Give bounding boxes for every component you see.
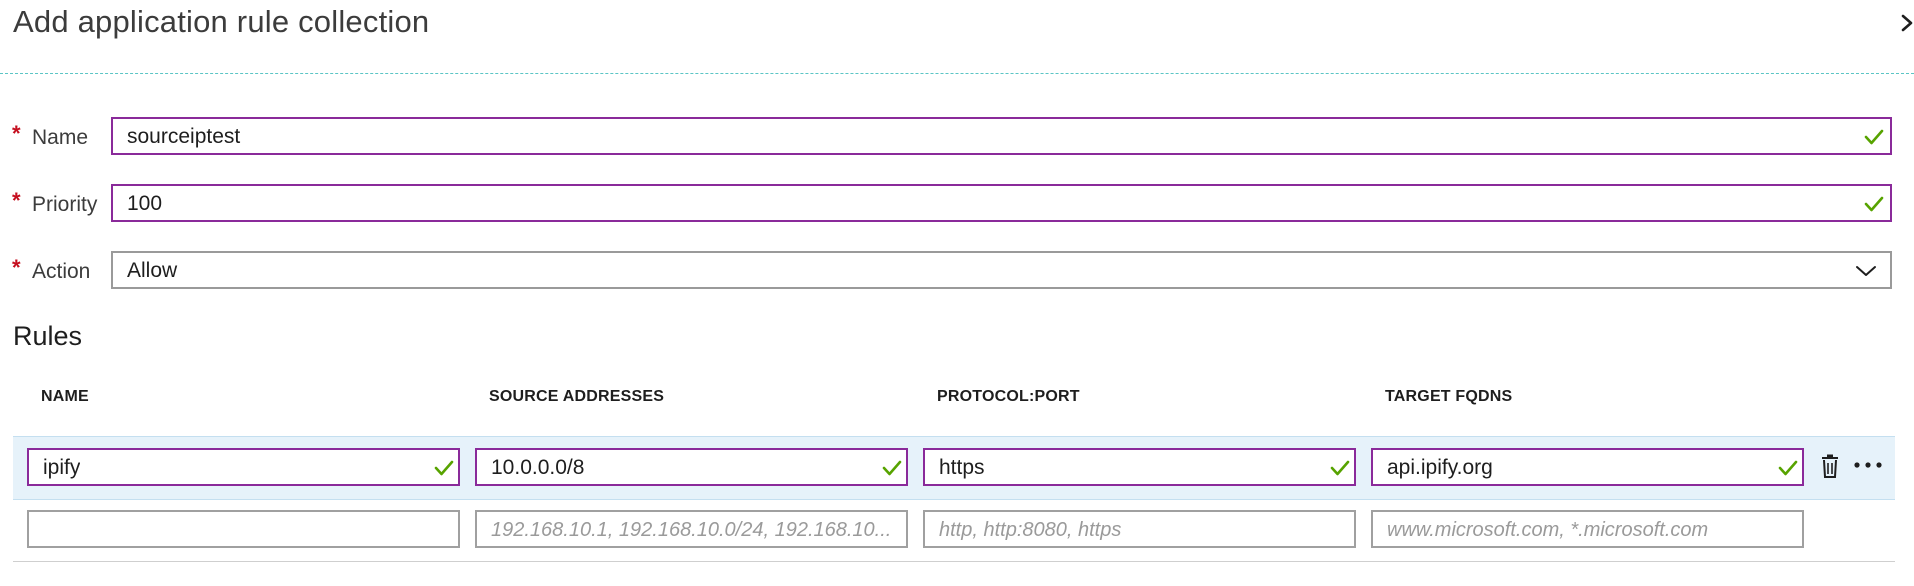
- priority-label: Priority: [32, 193, 98, 216]
- new-rule-source-addresses-placeholder: 192.168.10.1, 192.168.10.0/24, 192.168.1…: [491, 519, 892, 541]
- rule-protocol-port-input[interactable]: https: [923, 448, 1356, 486]
- rule-name-input[interactable]: ipify: [27, 448, 460, 486]
- title-divider: [0, 73, 1914, 74]
- check-icon: [1330, 459, 1350, 477]
- column-header-name: NAME: [41, 388, 89, 405]
- new-rule-protocol-port-placeholder: http, http:8080, https: [939, 519, 1122, 541]
- rule-target-fqdns-input[interactable]: api.ipify.org: [1371, 448, 1804, 486]
- new-rule-target-fqdns-placeholder: www.microsoft.com, *.microsoft.com: [1387, 519, 1709, 541]
- action-label: Action: [32, 260, 91, 283]
- rule-target-fqdns-value: api.ipify.org: [1387, 456, 1493, 479]
- priority-value: 100: [127, 192, 163, 215]
- check-icon: [1864, 128, 1884, 146]
- column-header-target-fqdns: TARGET FQDNS: [1385, 388, 1513, 405]
- new-rule-row: 192.168.10.1, 192.168.10.0/24, 192.168.1…: [13, 499, 1895, 562]
- check-icon: [882, 459, 902, 477]
- required-indicator: *: [12, 121, 21, 146]
- required-indicator: *: [12, 255, 21, 280]
- required-indicator: *: [12, 188, 21, 213]
- trash-icon[interactable]: [1820, 454, 1840, 478]
- blade-title: Add application rule collection: [13, 4, 430, 39]
- rule-source-addresses-value: 10.0.0.0/8: [491, 456, 585, 479]
- rule-source-addresses-input[interactable]: 10.0.0.0/8: [475, 448, 908, 486]
- priority-field[interactable]: 100: [111, 184, 1892, 222]
- rules-section-title: Rules: [13, 321, 83, 351]
- column-header-source-addresses: SOURCE ADDRESSES: [489, 388, 665, 405]
- add-application-rule-collection-blade: Add application rule collection * Name s…: [0, 0, 1914, 586]
- check-icon: [1864, 195, 1884, 213]
- rule-protocol-port-value: https: [939, 456, 985, 479]
- rule-row[interactable]: ipify 10.0.0.0/8 https api.ipify.org: [13, 436, 1895, 500]
- action-row: * Action Allow: [0, 251, 1900, 291]
- column-header-protocol-port: PROTOCOL:PORT: [937, 388, 1080, 405]
- name-field[interactable]: sourceiptest: [111, 117, 1892, 155]
- new-rule-target-fqdns-input[interactable]: www.microsoft.com, *.microsoft.com: [1371, 510, 1804, 548]
- new-rule-name-input[interactable]: [27, 510, 460, 548]
- action-dropdown[interactable]: Allow: [111, 251, 1892, 289]
- check-icon: [1778, 459, 1798, 477]
- chevron-down-icon[interactable]: [1854, 263, 1878, 279]
- rule-name-value: ipify: [43, 456, 81, 479]
- name-value: sourceiptest: [127, 125, 241, 148]
- action-value: Allow: [127, 259, 178, 282]
- new-rule-source-addresses-input[interactable]: 192.168.10.1, 192.168.10.0/24, 192.168.1…: [475, 510, 908, 548]
- new-rule-protocol-port-input[interactable]: http, http:8080, https: [923, 510, 1356, 548]
- close-icon[interactable]: [1894, 6, 1914, 40]
- name-label: Name: [32, 126, 89, 149]
- name-row: * Name sourceiptest: [0, 117, 1900, 157]
- more-icon[interactable]: [1852, 455, 1884, 475]
- check-icon: [434, 459, 454, 477]
- priority-row: * Priority 100: [0, 184, 1900, 224]
